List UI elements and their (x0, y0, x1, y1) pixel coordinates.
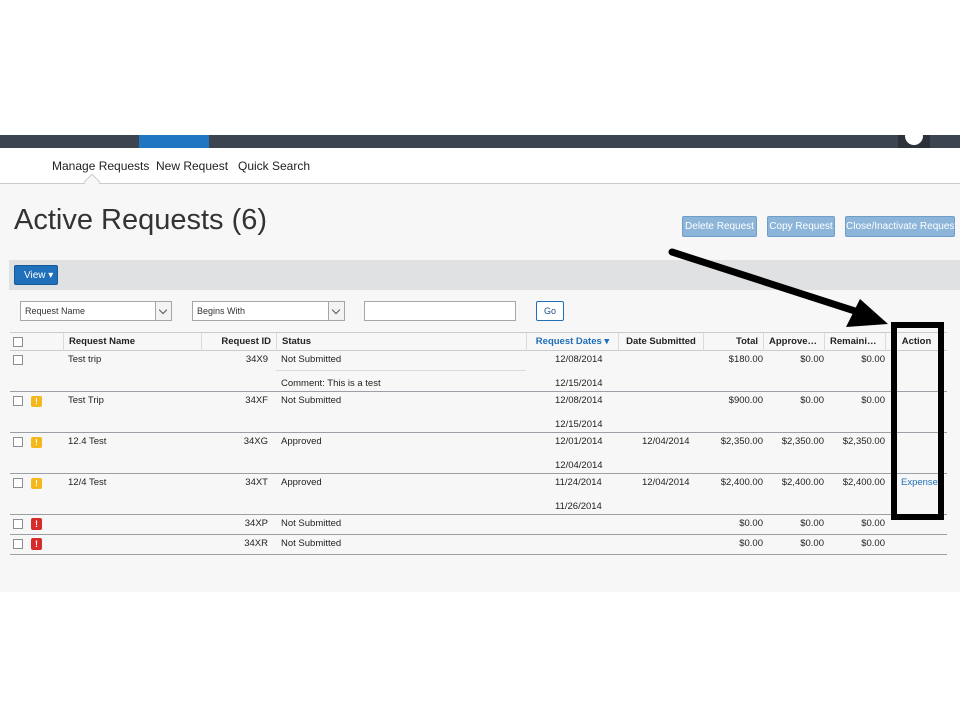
annotation-arrow (668, 248, 888, 327)
screen: Manage Requests New Request Quick Search… (0, 0, 960, 720)
action-column-highlight (891, 322, 944, 520)
